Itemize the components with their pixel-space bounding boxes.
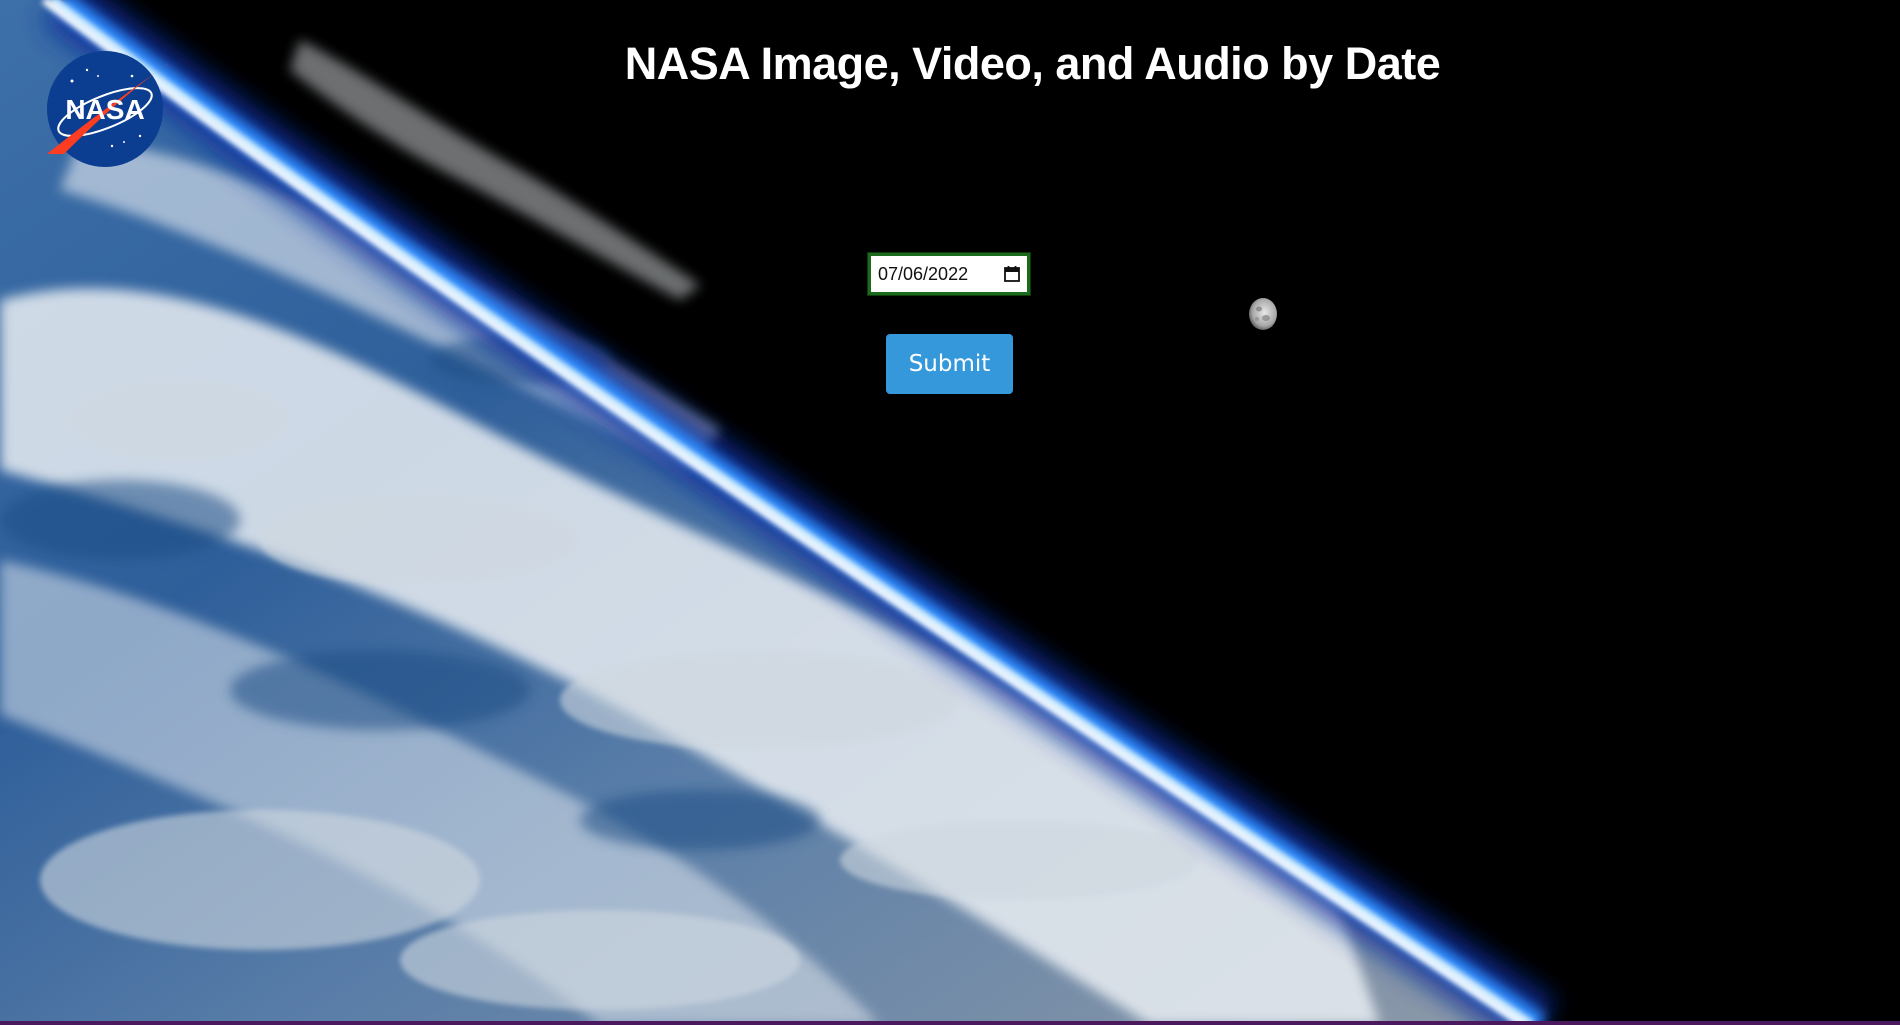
bottom-border — [0, 1021, 1900, 1025]
submit-button[interactable]: Submit — [886, 334, 1013, 394]
nasa-logo-text: NASA — [65, 94, 144, 125]
date-input[interactable]: 07/06/2022 — [867, 252, 1031, 296]
moon-icon — [1249, 298, 1277, 330]
page-title: NASA Image, Video, and Audio by Date — [624, 38, 1441, 89]
page: NASA NASA Image, Video, and Audio by Dat… — [0, 0, 1900, 1025]
date-input-value[interactable]: 07/06/2022 — [878, 264, 1003, 285]
earth-background-image — [0, 0, 1557, 1025]
calendar-icon[interactable] — [1003, 265, 1021, 283]
